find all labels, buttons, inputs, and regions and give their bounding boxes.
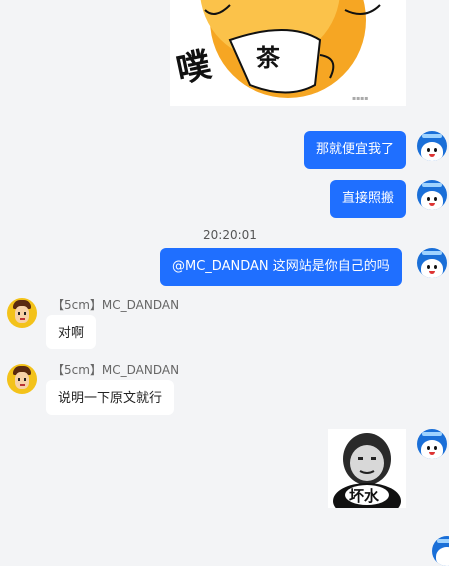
self-avatar[interactable] <box>417 248 447 278</box>
outgoing-message-bubble[interactable]: 那就便宜我了 <box>304 131 407 169</box>
outgoing-message-bubble[interactable]: @MC_DANDAN 这网站是你自己的吗 <box>160 248 402 286</box>
message-timestamp: 20:20:01 <box>203 228 257 242</box>
sticker-text-cha: 茶 <box>256 44 280 72</box>
self-avatar[interactable] <box>417 180 447 210</box>
self-avatar[interactable] <box>417 429 447 459</box>
message-text: 说明一下原文就行 <box>58 391 163 406</box>
sender-name: 【5cm】MC_DANDAN <box>52 363 180 377</box>
svg-text:▪▪▪▪: ▪▪▪▪ <box>352 95 368 102</box>
other-user-avatar[interactable] <box>7 364 37 394</box>
message-text: 那就便宜我了 <box>316 142 395 157</box>
sticker-tea-message[interactable]: ▪▪▪▪ 茶 噗 <box>170 0 406 106</box>
other-user-avatar[interactable] <box>7 298 37 328</box>
outgoing-message-bubble[interactable]: 直接照搬 <box>330 180 407 218</box>
sticker-text-huaishui: 坏水 <box>349 487 380 505</box>
message-text: 对啊 <box>58 326 85 341</box>
sticker-huaishui-message[interactable]: 坏水 <box>328 429 406 508</box>
self-avatar[interactable] <box>417 131 447 161</box>
message-text: @MC_DANDAN 这网站是你自己的吗 <box>172 259 390 274</box>
sender-name: 【5cm】MC_DANDAN <box>52 298 180 312</box>
incoming-message-bubble[interactable]: 对啊 <box>46 315 97 349</box>
message-text: 直接照搬 <box>342 191 395 206</box>
incoming-message-bubble[interactable]: 说明一下原文就行 <box>46 380 175 415</box>
self-avatar[interactable] <box>432 536 449 566</box>
